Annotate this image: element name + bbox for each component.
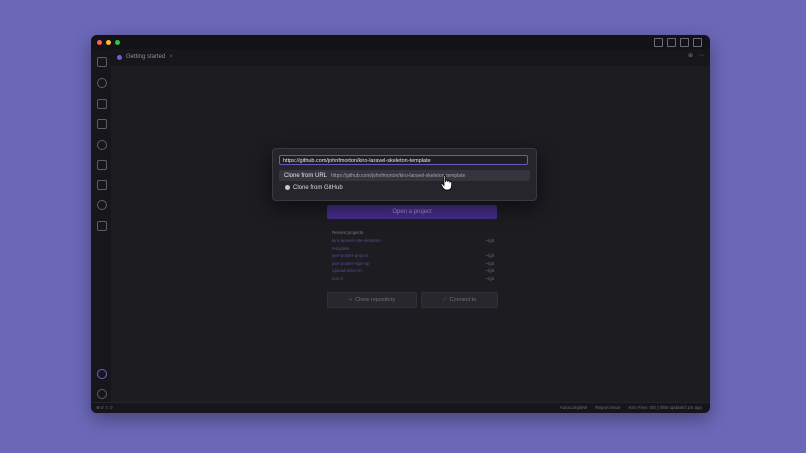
chat-icon[interactable] (693, 38, 702, 47)
phone-icon[interactable] (97, 221, 107, 231)
kiro-logo-icon (117, 54, 122, 60)
close-tab-icon[interactable]: × (169, 54, 173, 60)
split-editor-icon[interactable]: ⊕ (688, 52, 693, 59)
editor-actions: ⊕ ⋯ (688, 52, 704, 59)
kiro-icon[interactable] (97, 160, 107, 170)
status-bar: ⊗ 0 ⚠ 0 Autocomplete Report issue Kiro F… (91, 402, 710, 413)
report-issue-link[interactable]: Report issue (595, 405, 620, 410)
clone-quick-pick: https://github.com/johnfmorton/kiro-lara… (272, 148, 537, 201)
files-icon[interactable] (97, 57, 107, 67)
more-actions-icon[interactable]: ⋯ (698, 52, 704, 59)
source-control-icon: ⑂ (348, 297, 353, 303)
tab-label: Getting started (126, 54, 166, 60)
status-left: ⊗ 0 ⚠ 0 (96, 405, 113, 411)
layout-controls (654, 38, 702, 47)
remote-icon: ⟋ (442, 296, 447, 303)
close-window-button[interactable] (97, 40, 102, 45)
open-project-button[interactable]: Open a project (327, 205, 497, 219)
status-right: Autocomplete Report issue Kiro Free: 0/0… (560, 405, 702, 410)
toggle-panel-icon[interactable] (680, 38, 689, 47)
customize-layout-icon[interactable] (654, 38, 663, 47)
source-control-icon[interactable] (97, 99, 107, 109)
recent-projects: Recent projects kiro-laravel-site-skelet… (332, 230, 494, 283)
recent-project-item[interactable]: upload-drive-in ~/git (332, 268, 494, 276)
extensions-icon[interactable] (97, 140, 107, 150)
tab-getting-started[interactable]: Getting started × (117, 51, 173, 63)
recent-project-item[interactable]: template (332, 246, 494, 254)
problems-indicator[interactable]: ⊗ 0 ⚠ 0 (96, 405, 113, 411)
clone-from-github-option[interactable]: Clone from GitHub (279, 182, 530, 193)
connect-to-button[interactable]: ⟋ Connect to (421, 292, 498, 308)
option-label: Clone from URL (284, 172, 328, 179)
minimize-window-button[interactable] (106, 40, 111, 45)
tab-bar: Getting started × ⊕ ⋯ (111, 49, 710, 67)
autocomplete-status[interactable]: Autocomplete (560, 405, 588, 410)
specs-icon[interactable] (97, 180, 107, 190)
hand-pointer-icon (440, 175, 453, 191)
title-bar (91, 35, 710, 49)
zoom-window-button[interactable] (115, 40, 120, 45)
github-icon (285, 185, 290, 190)
clone-repository-label: Clone repository (355, 297, 396, 303)
activity-bar (91, 49, 112, 403)
recent-project-item[interactable]: pwr-poster-project ~/git (332, 253, 494, 261)
plan-usage-status[interactable]: Kiro Free: 0/0 | 0/50 updated 1m ago (629, 405, 702, 410)
clone-repository-button[interactable]: ⑂ Clone repository (327, 292, 417, 308)
editor-window: Getting started × ⊕ ⋯ ⊗ 0 ⚠ 0 Autocomple… (91, 35, 710, 413)
option-label: Clone from GitHub (293, 184, 343, 191)
clone-from-url-option[interactable]: Clone from URL https://github.com/johnfm… (279, 170, 530, 181)
connect-to-label: Connect to (449, 297, 477, 303)
toggle-sidebar-icon[interactable] (667, 38, 676, 47)
account-icon[interactable] (97, 369, 107, 379)
run-debug-icon[interactable] (97, 119, 107, 129)
recent-project-item[interactable]: test-2 ~/git (332, 276, 494, 284)
shield-icon[interactable] (97, 200, 107, 210)
recent-project-item[interactable]: kiro-laravel-site-skeleton- ~/git (332, 238, 494, 246)
settings-gear-icon[interactable] (97, 389, 107, 399)
recent-projects-title: Recent projects (332, 230, 364, 235)
repository-url-input[interactable]: https://github.com/johnfmorton/kiro-lara… (279, 155, 528, 165)
search-icon[interactable] (97, 78, 107, 88)
recent-project-item[interactable]: pwr-poster-sign-up ~/git (332, 261, 494, 269)
